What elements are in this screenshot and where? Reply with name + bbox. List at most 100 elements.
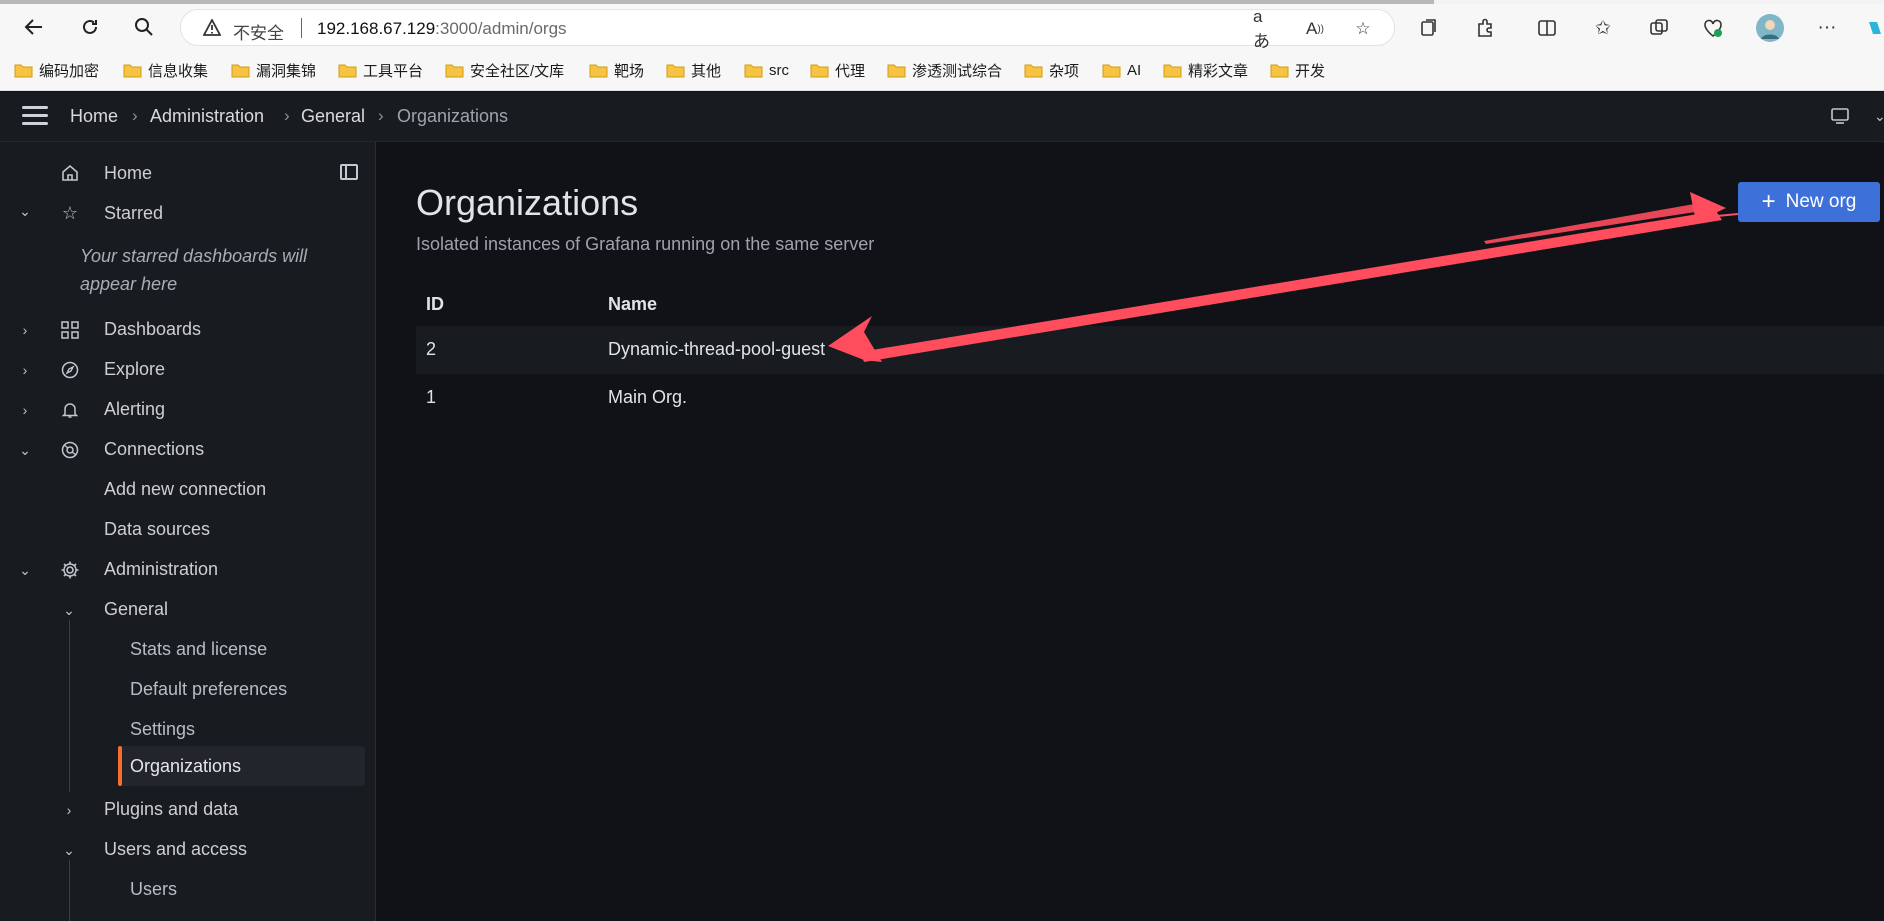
home-icon	[59, 162, 81, 184]
bookmark-folder[interactable]: 其他	[666, 59, 721, 81]
new-org-button[interactable]: + New org	[1738, 182, 1880, 222]
folder-icon	[1102, 63, 1121, 78]
copilot-icon[interactable]	[1862, 15, 1884, 41]
sidebar-item-alerting[interactable]: Alerting	[104, 391, 165, 427]
grafana-topbar: Home › Administration › General › Organi…	[0, 92, 1884, 142]
bookmark-folder[interactable]: 靶场	[589, 59, 644, 81]
profile-avatar[interactable]	[1754, 12, 1786, 44]
bookmark-folder[interactable]: 编码加密	[14, 59, 99, 81]
bookmark-folder[interactable]: 漏洞集锦	[231, 59, 316, 81]
sidebar-item-connections[interactable]: Connections	[104, 431, 204, 467]
chevron-down-icon[interactable]: ⌄	[17, 562, 33, 578]
breadcrumb-current: Organizations	[397, 106, 509, 126]
chevron-down-icon[interactable]: ⌄	[61, 602, 77, 618]
chevron-down-icon[interactable]: ⌄	[17, 203, 33, 219]
split-screen-icon[interactable]	[1534, 15, 1560, 41]
table-row[interactable]: 1 Main Org. ×	[416, 374, 1884, 422]
column-header-name: Name	[608, 294, 658, 314]
compass-icon	[59, 359, 81, 381]
insecure-label[interactable]: 不安全	[233, 19, 284, 44]
url-text[interactable]: 192.168.67.129:3000/admin/orgs	[317, 19, 567, 39]
chevron-down-icon[interactable]: ⌄	[1874, 108, 1884, 125]
gear-icon	[59, 559, 81, 581]
chevron-right-icon[interactable]: ›	[61, 802, 77, 818]
more-options-icon[interactable]: ···	[1814, 15, 1840, 41]
sidebar-item-users[interactable]: Users	[130, 871, 177, 907]
translate-icon[interactable]: aあ	[1253, 7, 1277, 51]
bookmark-folder[interactable]: 精彩文章	[1163, 59, 1248, 81]
chevron-down-icon[interactable]: ⌄	[17, 442, 33, 458]
active-indicator	[118, 746, 122, 786]
bookmark-folder[interactable]: 渗透测试综合	[887, 59, 1002, 81]
extensions-icon[interactable]	[1472, 15, 1498, 41]
bookmarks-bar: 编码加密 信息收集 漏洞集锦 工具平台 安全社区/文库 靶场 其他 src 代理…	[0, 50, 1884, 91]
tree-guide-line	[69, 620, 70, 792]
sidebar-item-plugins-and-data[interactable]: Plugins and data	[104, 791, 238, 827]
folder-icon	[338, 63, 357, 78]
sidebar-item-dashboards[interactable]: Dashboards	[104, 311, 201, 347]
sidebar-item-explore[interactable]: Explore	[104, 351, 165, 387]
collections-icon[interactable]	[1416, 15, 1442, 41]
tab-collections-icon[interactable]	[1646, 15, 1672, 41]
org-id-cell[interactable]: 2	[426, 339, 436, 360]
folder-icon	[1163, 63, 1182, 78]
folder-icon	[744, 63, 763, 78]
breadcrumb-general[interactable]: General	[301, 106, 365, 127]
sidebar-item-administration[interactable]: Administration	[104, 551, 218, 587]
hamburger-menu-icon[interactable]	[22, 106, 48, 126]
org-name-cell[interactable]: Dynamic-thread-pool-guest	[608, 339, 825, 360]
org-id-cell[interactable]: 1	[426, 387, 436, 408]
bookmark-folder[interactable]: 安全社区/文库	[445, 59, 564, 81]
connections-icon	[59, 439, 81, 461]
sidebar-item-stats-and-license[interactable]: Stats and license	[130, 631, 267, 667]
breadcrumb-administration[interactable]: Administration	[150, 106, 264, 127]
folder-icon	[666, 63, 685, 78]
breadcrumb-home[interactable]: Home	[70, 106, 118, 127]
search-icon[interactable]	[128, 11, 160, 43]
address-bar[interactable]: 不安全 192.168.67.129:3000/admin/orgs aあ A)…	[180, 7, 1395, 51]
sidebar-item-general[interactable]: General	[104, 591, 168, 627]
bookmark-folder[interactable]: 信息收集	[123, 59, 208, 81]
bookmark-folder[interactable]: 杂项	[1024, 59, 1079, 81]
browser-toolbar: 不安全 192.168.67.129:3000/admin/orgs aあ A)…	[0, 4, 1884, 51]
sidebar-item-organizations[interactable]: Organizations	[130, 748, 241, 784]
column-header-id: ID	[426, 294, 444, 314]
folder-icon	[887, 63, 906, 78]
chevron-right-icon[interactable]: ›	[17, 402, 33, 418]
org-name-cell[interactable]: Main Org.	[608, 387, 687, 408]
bookmark-folder[interactable]: 开发	[1270, 59, 1325, 81]
browser-essentials-icon[interactable]	[1700, 15, 1726, 41]
warning-icon[interactable]	[202, 18, 222, 37]
folder-icon	[445, 63, 464, 78]
chevron-right-icon[interactable]: ›	[17, 322, 33, 338]
plus-icon: +	[1761, 188, 1776, 215]
bookmark-folder[interactable]: 工具平台	[338, 59, 423, 81]
sidebar-item-users-and-access[interactable]: Users and access	[104, 831, 247, 867]
kiosk-mode-icon[interactable]	[1830, 106, 1850, 131]
sidebar-nav: Home ⌄ ☆ Starred Your starred dashboards…	[0, 142, 376, 921]
chevron-right-icon[interactable]: ›	[17, 362, 33, 378]
sidebar-item-add-new-connection[interactable]: Add new connection	[104, 471, 266, 507]
refresh-icon[interactable]	[74, 11, 106, 43]
table-row[interactable]: 2 Dynamic-thread-pool-guest ×	[416, 326, 1884, 374]
bookmark-folder[interactable]: AI	[1102, 59, 1141, 81]
dock-menu-icon[interactable]	[340, 164, 358, 180]
folder-icon	[1024, 63, 1043, 78]
folder-icon	[14, 63, 33, 78]
sidebar-item-settings[interactable]: Settings	[130, 711, 195, 747]
chevron-down-icon[interactable]: ⌄	[61, 842, 77, 858]
folder-icon	[231, 63, 250, 78]
read-aloud-icon[interactable]: A))	[1303, 17, 1327, 41]
tree-guide-line	[69, 860, 70, 921]
favorite-star-icon[interactable]: ☆	[1351, 17, 1375, 41]
sidebar-item-default-preferences[interactable]: Default preferences	[130, 671, 287, 707]
sidebar-item-home[interactable]: Home	[104, 155, 152, 191]
sidebar-item-data-sources[interactable]: Data sources	[104, 511, 210, 547]
folder-icon	[1270, 63, 1289, 78]
sidebar-item-starred[interactable]: Starred	[104, 195, 163, 231]
back-arrow-icon[interactable]	[18, 11, 50, 43]
bookmark-folder[interactable]: 代理	[810, 59, 865, 81]
folder-icon	[589, 63, 608, 78]
bookmark-folder[interactable]: src	[744, 59, 789, 81]
favorites-icon[interactable]: ✩	[1590, 15, 1616, 41]
